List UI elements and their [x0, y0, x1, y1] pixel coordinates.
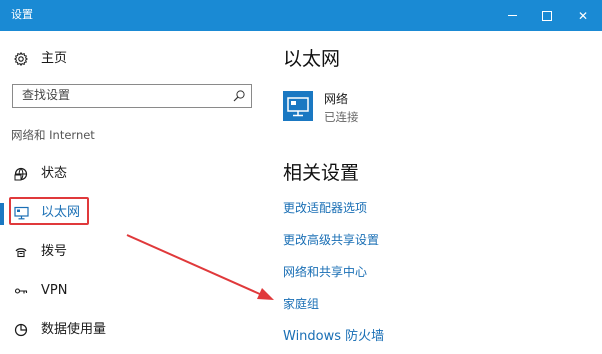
link-network-sharing-center[interactable]: 网络和共享中心	[283, 265, 367, 280]
page-title: 以太网	[283, 48, 341, 70]
sidebar: 主页 查找设置 网络和 Internet 状态 以太网 拨号 VPN 数据使用量	[0, 31, 262, 354]
sidebar-item-label: 主页	[41, 51, 68, 66]
close-button[interactable]: ✕	[566, 0, 600, 31]
link-advanced-sharing[interactable]: 更改高级共享设置	[283, 233, 379, 248]
dialup-phone-icon	[12, 243, 30, 261]
ethernet-monitor-icon[interactable]	[283, 91, 313, 121]
sidebar-item-home[interactable]: 主页	[0, 44, 260, 74]
sidebar-item-label: 状态	[41, 166, 68, 181]
gear-icon	[12, 50, 30, 68]
search-icon	[231, 88, 247, 104]
title-bar: 设置 ✕	[0, 0, 602, 31]
minimize-button[interactable]	[495, 0, 529, 31]
window-title: 设置	[11, 8, 33, 21]
related-settings-title: 相关设置	[283, 162, 360, 184]
sidebar-item-data-usage[interactable]: 数据使用量	[0, 315, 260, 345]
sidebar-item-status[interactable]: 状态	[0, 159, 260, 189]
section-title: 网络和 Internet	[11, 128, 95, 142]
link-windows-firewall[interactable]: Windows 防火墙	[283, 329, 384, 344]
search-input[interactable]: 查找设置	[12, 84, 252, 108]
network-name[interactable]: 网络	[324, 92, 348, 107]
link-adapter-options[interactable]: 更改适配器选项	[283, 201, 367, 216]
vpn-icon	[12, 282, 30, 300]
close-icon: ✕	[577, 8, 589, 23]
link-homegroup[interactable]: 家庭组	[283, 297, 319, 312]
maximize-icon	[542, 10, 552, 21]
globe-status-icon	[12, 165, 30, 183]
highlight-box	[9, 197, 89, 225]
search-placeholder: 查找设置	[22, 88, 71, 102]
sidebar-item-label: 拨号	[41, 244, 68, 259]
maximize-button[interactable]	[530, 0, 564, 31]
main-content: 以太网 网络 已连接 相关设置 更改适配器选项 更改高级共享设置 网络和共享中心…	[262, 31, 602, 354]
network-status: 已连接	[324, 110, 359, 124]
sidebar-item-label: VPN	[41, 283, 68, 298]
sidebar-item-dialup[interactable]: 拨号	[0, 237, 260, 267]
minimize-icon	[507, 15, 517, 16]
sidebar-item-vpn[interactable]: VPN	[0, 276, 260, 306]
data-usage-icon	[12, 321, 30, 339]
settings-window: 设置 ✕ 主页 查找设置 网络和 Internet 状态 以太网 拨号 VPN …	[0, 0, 602, 354]
sidebar-item-label: 数据使用量	[41, 322, 107, 337]
